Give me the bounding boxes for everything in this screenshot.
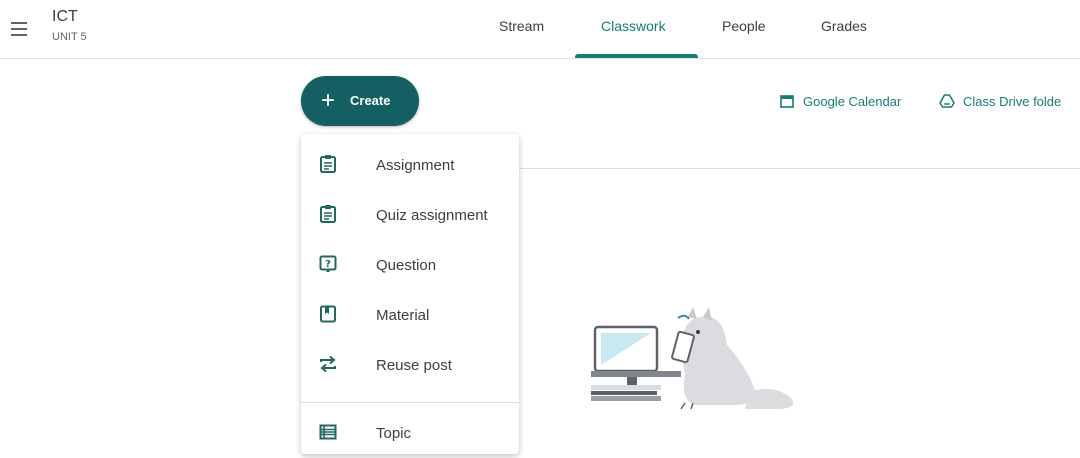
topic-divider xyxy=(519,168,1080,169)
top-app-bar: ICT UNIT 5 Stream Classwork People Grade… xyxy=(0,0,1080,59)
assignment-icon xyxy=(320,155,336,173)
create-menu: Assignment Quiz assignment ? Question Ma… xyxy=(301,134,519,454)
menu-item-label: Question xyxy=(376,257,437,274)
class-drive-folder-label: Class Drive folde xyxy=(963,94,1062,109)
class-drive-folder-link[interactable]: Class Drive folde xyxy=(939,93,1061,109)
empty-state-illustration xyxy=(591,307,794,410)
menu-item-assignment[interactable]: Assignment xyxy=(301,142,519,190)
menu-item-label: Topic xyxy=(376,425,412,442)
topic-icon xyxy=(319,424,337,440)
menu-item-topic[interactable]: Topic xyxy=(301,410,519,458)
google-calendar-link[interactable]: Google Calendar xyxy=(779,93,901,109)
tab-people[interactable]: People xyxy=(722,18,766,34)
active-tab-indicator xyxy=(575,54,698,58)
menu-item-label: Reuse post xyxy=(376,357,452,374)
google-calendar-label: Google Calendar xyxy=(803,94,902,109)
menu-item-question[interactable]: ? Question xyxy=(301,242,519,290)
plus-icon: + xyxy=(321,87,336,114)
menu-item-label: Assignment xyxy=(376,157,455,174)
quiz-assignment-icon xyxy=(320,205,336,223)
main-menu-button[interactable] xyxy=(9,18,31,40)
material-icon xyxy=(320,305,336,323)
tab-classwork[interactable]: Classwork xyxy=(601,18,666,34)
menu-item-quiz-assignment[interactable]: Quiz assignment xyxy=(301,192,519,240)
menu-divider xyxy=(301,402,519,403)
menu-item-label: Quiz assignment xyxy=(376,207,488,224)
menu-item-material[interactable]: Material xyxy=(301,292,519,340)
tab-grades[interactable]: Grades xyxy=(821,18,867,34)
reuse-icon xyxy=(320,355,336,373)
tab-stream[interactable]: Stream xyxy=(499,18,544,34)
create-button[interactable]: + Create xyxy=(301,76,419,126)
svg-text:?: ? xyxy=(325,259,331,270)
create-button-label: Create xyxy=(350,93,391,108)
class-title[interactable]: ICT xyxy=(52,8,78,26)
menu-item-reuse-post[interactable]: Reuse post xyxy=(301,342,519,390)
menu-item-label: Material xyxy=(376,307,430,324)
drive-icon xyxy=(939,94,955,108)
question-icon: ? xyxy=(319,255,337,272)
calendar-icon xyxy=(780,95,794,108)
class-section: UNIT 5 xyxy=(52,31,87,43)
